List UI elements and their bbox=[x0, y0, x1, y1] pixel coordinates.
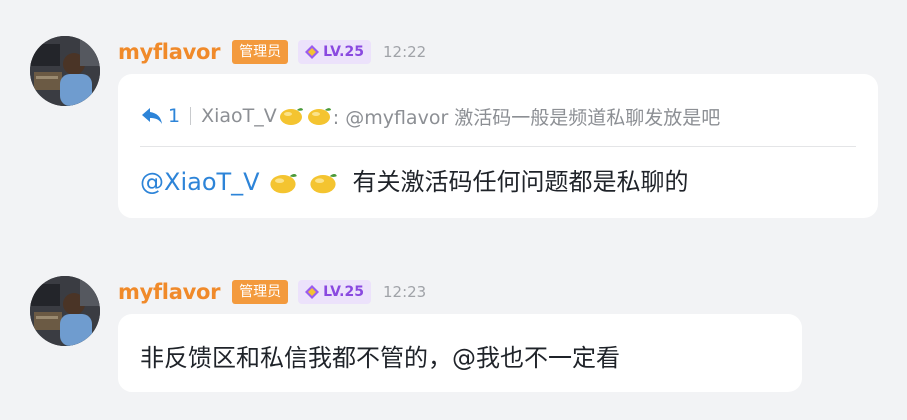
reply-reference[interactable]: 1 XiaoT_V : @myflavor 激活码一般是频道私聊发放是吧 bbox=[140, 96, 720, 136]
timestamp: 12:22 bbox=[382, 43, 427, 61]
reply-quote: : @myflavor 激活码一般是频道私聊发放是吧 bbox=[332, 106, 721, 129]
level-gem-icon bbox=[305, 285, 320, 299]
avatar[interactable] bbox=[30, 36, 100, 106]
level-badge: LV.25 bbox=[298, 40, 371, 64]
mention-link[interactable]: @XiaoT_V bbox=[140, 168, 260, 196]
lemon-emoji bbox=[310, 173, 337, 194]
username[interactable]: myflavor bbox=[118, 40, 220, 64]
level-text: LV.25 bbox=[323, 44, 364, 60]
message-bubble[interactable]: 非反馈区和私信我都不管的，@我也不一定看 bbox=[118, 314, 802, 392]
level-gem-icon bbox=[305, 45, 320, 59]
message-body: 有关激活码任何问题都是私聊的 bbox=[352, 168, 689, 196]
reply-count: 1 bbox=[168, 105, 181, 127]
reply-divider bbox=[140, 146, 856, 147]
reply-separator bbox=[190, 107, 192, 125]
message-body: 非反馈区和私信我都不管的，@我也不一定看 bbox=[140, 344, 620, 372]
message-header: myflavor 管理员 LV.25 12:22 bbox=[118, 38, 426, 66]
lemon-emoji bbox=[270, 173, 297, 194]
reply-author[interactable]: XiaoT_V bbox=[201, 105, 277, 127]
lemon-emoji bbox=[307, 108, 331, 125]
message-header: myflavor 管理员 LV.25 12:23 bbox=[118, 278, 426, 306]
avatar[interactable] bbox=[30, 276, 100, 346]
reply-arrow-icon bbox=[142, 108, 162, 124]
role-badge: 管理员 bbox=[232, 40, 289, 64]
message-text: @XiaoT_V 有关激活码任何问题都是私聊的 bbox=[140, 162, 689, 197]
lemon-emoji bbox=[279, 108, 303, 125]
username[interactable]: myflavor bbox=[118, 280, 220, 304]
role-badge: 管理员 bbox=[232, 280, 289, 304]
level-badge: LV.25 bbox=[298, 280, 371, 304]
timestamp: 12:23 bbox=[382, 283, 427, 301]
level-text: LV.25 bbox=[323, 284, 364, 300]
message-bubble[interactable]: 1 XiaoT_V : @myflavor 激活码一般是频道私聊发放是吧 @Xi… bbox=[118, 74, 878, 218]
